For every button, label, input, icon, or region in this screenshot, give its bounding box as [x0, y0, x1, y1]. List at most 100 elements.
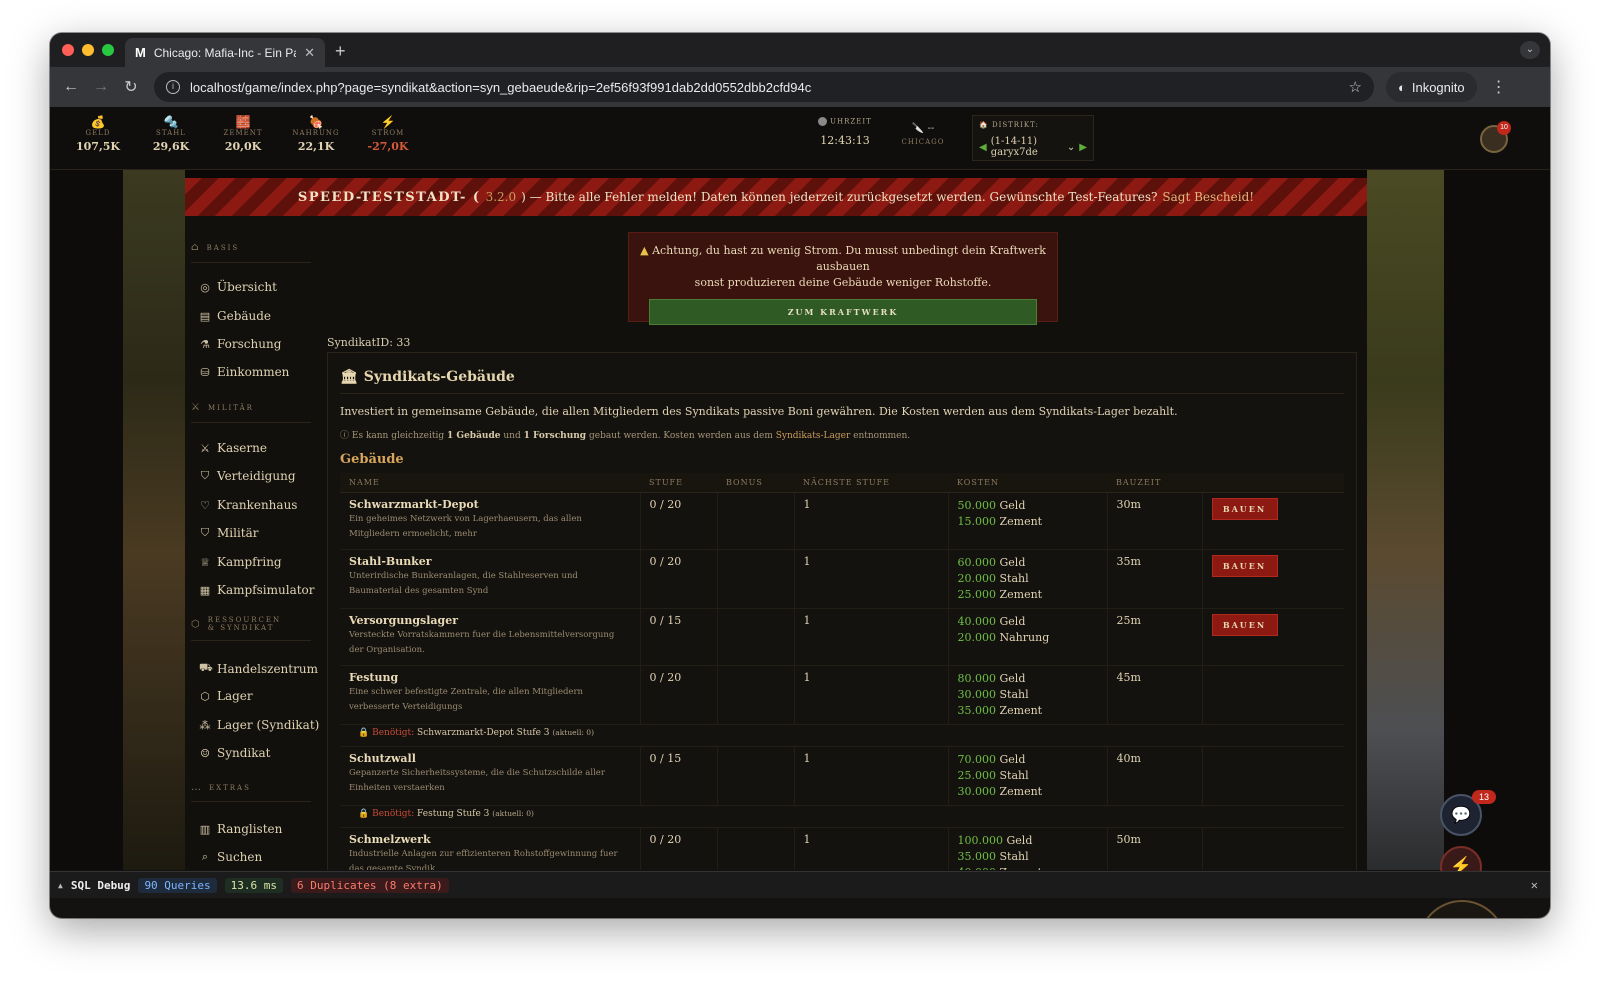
reload-icon[interactable]: ↻ [116, 77, 146, 97]
bonus-cell [717, 746, 795, 806]
card-description: Investiert in gemeinsame Gebäude, die al… [340, 405, 1178, 418]
building-name: Stahl-Bunker [349, 555, 432, 568]
building-description: Ein geheimes Netzwerk von Lagerhaeusern,… [349, 514, 582, 539]
sidebar-item-militaer[interactable]: ⛉ Militär [199, 526, 259, 540]
sidebar-item-lager[interactable]: ⬡ Lager [199, 689, 252, 703]
expand-debug-icon[interactable]: ▲ [58, 881, 63, 890]
column-header-action [1202, 473, 1344, 493]
bookmark-star-icon[interactable]: ☆ [1349, 78, 1362, 96]
chat-badge: 13 [1472, 790, 1496, 804]
district-selector[interactable]: 🏠 DISTRIKT: ◀ (1-14-11) garyx7de ⌄ ▶ [972, 115, 1094, 161]
sidebar-item-lager-syndikat[interactable]: ⁂ Lager (Syndikat) [199, 718, 320, 732]
build-button[interactable]: BAUEN [1211, 614, 1278, 636]
info-icon: ⓘ [340, 431, 350, 441]
sql-debug-bar[interactable]: ▲ SQL Debug 90 Queries 13.6 ms 6 Duplica… [50, 871, 1550, 898]
knife-icon: 🔪 [911, 123, 925, 134]
address-bar[interactable]: i localhost/game/index.php?page=syndikat… [154, 72, 1374, 102]
resource-zement[interactable]: 🧱 ZEMENT 20,0K [213, 115, 273, 153]
sidebar-item-forschung[interactable]: ⚗ Forschung [199, 337, 281, 351]
district-value[interactable]: (1-14-11) garyx7de [991, 136, 1063, 158]
resource-strom[interactable]: ⚡ STROM -27,0K [358, 115, 418, 153]
building-description: Unterirdische Bunkeranlagen, die Stahlre… [349, 571, 578, 596]
sidebar-item-einkommen[interactable]: ⛁ Einkommen [199, 365, 289, 379]
table-row: Stahl-Bunker Unterirdische Bunkeranlagen,… [340, 549, 1344, 609]
resource-stahl[interactable]: 🔩 STAHL 29,6K [141, 115, 201, 153]
heart-icon: ♡ [200, 498, 210, 512]
section-title-gebaeude: Gebäude [340, 452, 404, 467]
previous-district-icon[interactable]: ◀ [979, 142, 987, 153]
table-row: Schwarzmarkt-Depot Ein geheimes Netzwerk … [340, 492, 1344, 550]
minimize-window-button[interactable] [82, 44, 94, 56]
sidebar-item-krankenhaus[interactable]: ♡ Krankenhaus [199, 498, 297, 512]
close-tab-icon[interactable]: ✕ [304, 45, 315, 61]
bonus-cell [717, 827, 795, 870]
users-icon: ☺ [200, 746, 210, 760]
goto-kraftwerk-button[interactable]: ZUM KRAFTWERK [649, 299, 1037, 325]
sidebar-item-uebersicht[interactable]: ◎ Übersicht [199, 280, 277, 294]
build-time-cell: 50m [1107, 827, 1203, 870]
sidebar-item-syndikat[interactable]: ☺ Syndikat [199, 746, 270, 760]
home-icon: ⌂ [191, 242, 201, 253]
sidebar-item-handelszentrum[interactable]: ⛟ Handelszentrum [199, 661, 318, 676]
resource-geld[interactable]: 💰 GELD 107,5K [68, 115, 128, 153]
lock-icon: 🔒 [358, 728, 370, 738]
sidebar-item-gebaeude[interactable]: ▤ Gebäude [199, 309, 271, 323]
next-level-cell: 1 [794, 746, 949, 806]
browser-menu-icon[interactable]: ⋮ [1491, 77, 1507, 97]
build-limit-note: ⓘ Es kann gleichzeitig 1 Gebäude und 1 F… [340, 431, 911, 441]
incognito-indicator[interactable]: ◐ Inkognito [1386, 72, 1477, 102]
action-cell: BAUEN [1202, 492, 1344, 550]
query-time-badge: 13.6 ms [224, 877, 284, 893]
back-icon[interactable]: ← [56, 78, 86, 96]
home-icon: 🏠 [979, 121, 989, 129]
build-button[interactable]: BAUEN [1211, 498, 1278, 520]
close-debug-icon[interactable]: ✕ [1531, 878, 1538, 892]
sidebar-item-kampfsimulator[interactable]: ▦ Kampfsimulator [199, 583, 315, 597]
next-level-cell: 1 [794, 665, 949, 725]
city-indicator[interactable]: 🔪 -- CHICAGO [898, 123, 948, 146]
feedback-link[interactable]: Sagt Bescheid! [1162, 190, 1254, 204]
building-description: Eine schwer befestigte Zentrale, die all… [349, 687, 583, 712]
level-cell: 0 / 15 [640, 746, 718, 806]
maximize-window-button[interactable] [102, 44, 114, 56]
crossed-swords-icon: ⚔ [191, 402, 202, 413]
site-info-icon[interactable]: i [166, 80, 180, 94]
build-time-cell: 30m [1107, 492, 1203, 550]
shield-icon: ⛉ [200, 526, 210, 539]
forward-icon[interactable]: → [86, 78, 116, 96]
tab-search-icon[interactable]: ⌄ [1520, 41, 1540, 59]
map-button[interactable]: 🗺 [1418, 900, 1506, 918]
column-header-naechste-stufe: NÄCHSTE STUFE [794, 473, 948, 493]
next-district-icon[interactable]: ▶ [1079, 142, 1087, 153]
building-name-cell: Schwarzmarkt-Depot Ein geheimes Netzwerk … [340, 492, 641, 550]
table-row: Schmelzwerk Industrielle Anlagen zur effi… [340, 827, 1344, 870]
tab-strip: M Chicago: Mafia-Inc - Ein Pate ✕ + ⌄ [50, 33, 1550, 67]
new-tab-icon[interactable]: + [335, 41, 346, 62]
chevron-down-icon[interactable]: ⌄ [1067, 142, 1075, 153]
incognito-label: Inkognito [1411, 79, 1465, 95]
cost-cell: 80.000 Geld 30.000 Stahl 35.000 Zement [948, 665, 1108, 725]
crossed-swords-icon: ⚔ [200, 441, 210, 455]
build-button[interactable]: BAUEN [1211, 555, 1278, 577]
close-window-button[interactable] [62, 44, 74, 56]
bar-chart-icon: ▥ [199, 822, 211, 836]
compass-icon: ◎ [200, 280, 210, 294]
sidebar-item-kaserne[interactable]: ⚔ Kaserne [199, 441, 267, 455]
sidebar-item-verteidigung[interactable]: ⛉ Verteidigung [199, 469, 296, 483]
syndikat-lager-link[interactable]: Syndikats-Lager [776, 431, 851, 441]
sidebar-item-kampfring[interactable]: ♕ Kampfring [199, 555, 282, 569]
sidebar-item-suchen[interactable]: ⌕ Suchen [199, 850, 262, 864]
build-time-cell: 35m [1107, 549, 1203, 609]
notification-badge: 10 [1497, 121, 1511, 135]
action-cell: BAUEN [1202, 549, 1344, 609]
sidebar-item-ranglisten[interactable]: ▥ Ranglisten [199, 822, 283, 836]
browser-tab[interactable]: M Chicago: Mafia-Inc - Ein Pate ✕ [125, 38, 325, 67]
bonus-cell [717, 492, 795, 550]
box-icon: ⬡ [200, 689, 210, 703]
buildings-table: NAME STUFE BONUS NÄCHSTE STUFE KOSTEN BA… [340, 473, 1344, 870]
resource-nahrung[interactable]: 🍖 NAHRUNG 22,1K [286, 115, 346, 153]
url-text[interactable]: localhost/game/index.php?page=syndikat&a… [190, 80, 1339, 95]
main-panel: ⌂ BASIS ◎ Übersicht ▤ Gebäude ⚗ Forschung ⛁ E… [185, 216, 1367, 870]
clock: UHRZEIT 12:43:13 [810, 117, 880, 147]
level-cell: 0 / 20 [640, 549, 718, 609]
